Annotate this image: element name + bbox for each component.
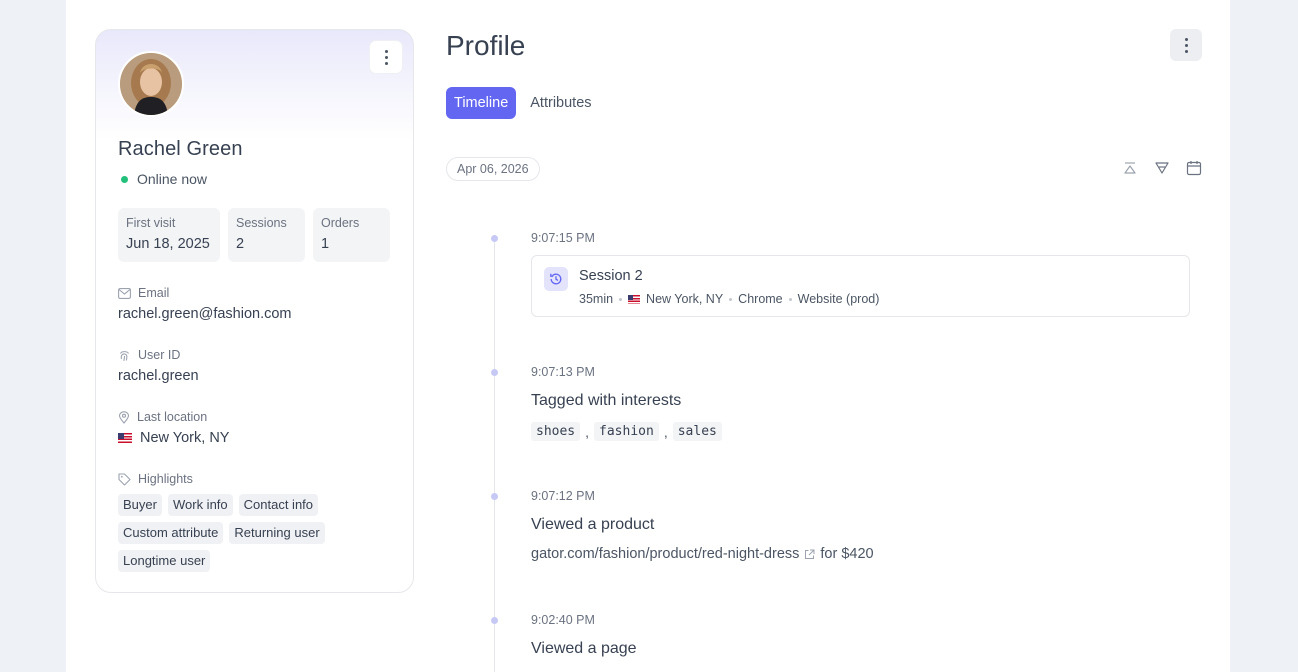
email-field: Email rachel.green@fashion.com <box>118 286 292 322</box>
highlight-tag: Custom attribute <box>118 522 224 544</box>
user-id-label: User ID <box>138 348 181 362</box>
highlight-tag: Work info <box>167 494 233 516</box>
tag-icon <box>118 472 131 486</box>
highlight-tag: Buyer <box>118 494 162 516</box>
tab-timeline[interactable]: Timeline <box>446 87 517 119</box>
profile-card: Rachel Green Online now First visit Jun … <box>95 29 414 593</box>
session-location: New York, NY <box>646 292 724 306</box>
session-meta: 35min New York, NY Chrome Website (prod) <box>579 292 879 306</box>
fingerprint-icon <box>119 350 130 361</box>
more-vertical-icon <box>1184 37 1188 53</box>
stats-row: First visit Jun 18, 2025 Sessions 2 Orde… <box>118 208 390 262</box>
timeline-dot <box>491 617 498 624</box>
interest-list: shoes , fashion , sales <box>531 422 722 441</box>
session-card[interactable]: Session 2 35min New York, NY Chrome Webs… <box>531 255 1190 317</box>
highlights-list: Buyer Work info Contact info Custom attr… <box>118 494 398 572</box>
highlight-tag: Longtime user <box>118 550 211 572</box>
event-title: Viewed a product <box>531 516 655 533</box>
external-link-icon[interactable] <box>804 549 815 560</box>
stat-value: 1 <box>321 236 330 252</box>
interest-tag: fashion <box>594 422 659 441</box>
event-time: 9:07:15 PM <box>531 231 595 245</box>
email-value[interactable]: rachel.green@fashion.com <box>118 306 292 322</box>
filter-icon[interactable] <box>1154 160 1170 176</box>
main-panel: Rachel Green Online now First visit Jun … <box>66 0 1230 672</box>
calendar-icon[interactable] <box>1186 160 1202 176</box>
stat-label: First visit <box>126 216 176 230</box>
highlights-label: Highlights <box>138 472 193 486</box>
highlight-tag: Returning user <box>229 522 325 544</box>
event-title: Tagged with interests <box>531 392 682 409</box>
stat-value: 2 <box>236 236 245 252</box>
highlight-tag: Contact info <box>238 494 319 516</box>
timeline-dot <box>491 493 498 500</box>
collapse-top-icon[interactable] <box>1122 160 1138 176</box>
interest-tag: sales <box>672 422 722 441</box>
stat-label: Sessions <box>236 216 287 230</box>
stat-first-visit: First visit Jun 18, 2025 <box>118 208 220 262</box>
timeline-dot <box>491 235 498 242</box>
separator-dot <box>788 297 792 301</box>
profile-name: Rachel Green <box>118 138 243 160</box>
session-source: Website (prod) <box>797 292 880 306</box>
location-label: Last location <box>137 410 208 424</box>
product-url-link[interactable]: gator.com/fashion/product/red-night-dres… <box>531 546 799 562</box>
stat-sessions: Sessions 2 <box>228 208 305 262</box>
stat-label: Orders <box>321 216 360 230</box>
online-indicator-icon <box>121 175 128 183</box>
product-price: for $420 <box>820 546 874 562</box>
more-vertical-icon <box>384 49 388 65</box>
map-pin-icon <box>118 410 130 424</box>
event-time: 9:07:13 PM <box>531 365 595 379</box>
us-flag-icon <box>628 294 641 304</box>
event-time: 9:02:40 PM <box>531 613 595 627</box>
email-label: Email <box>138 286 170 300</box>
list-separator: , <box>663 423 668 440</box>
tab-bar: Timeline Attributes <box>446 87 600 119</box>
mail-icon <box>118 287 131 299</box>
us-flag-icon <box>118 433 132 443</box>
highlights-field: Highlights <box>118 472 193 486</box>
session-title: Session 2 <box>579 268 643 284</box>
user-id-value: rachel.green <box>118 368 199 384</box>
location-value: New York, NY <box>140 430 230 446</box>
list-separator: , <box>585 423 590 440</box>
card-menu-button[interactable] <box>370 41 402 73</box>
timeline-toolbar <box>1122 160 1202 176</box>
app-frame: Rachel Green Online now First visit Jun … <box>0 0 1298 672</box>
event-title: Viewed a page <box>531 640 637 657</box>
history-icon <box>544 267 568 291</box>
stat-value: Jun 18, 2025 <box>126 236 210 252</box>
timeline-dot <box>491 369 498 376</box>
user-id-field: User ID rachel.green <box>118 348 199 384</box>
separator-dot <box>619 297 623 301</box>
page-title: Profile <box>446 30 526 61</box>
product-link-line: gator.com/fashion/product/red-night-dres… <box>531 546 874 562</box>
location-field: Last location New York, NY <box>118 410 229 446</box>
session-duration: 35min <box>579 292 614 306</box>
separator-dot <box>729 297 733 301</box>
date-pill[interactable]: Apr 06, 2026 <box>446 157 540 181</box>
timeline-line <box>494 239 495 672</box>
online-status-label: Online now <box>137 171 208 187</box>
page-menu-button[interactable] <box>1170 29 1202 61</box>
event-time: 9:07:12 PM <box>531 489 595 503</box>
tab-attributes[interactable]: Attributes <box>522 87 599 119</box>
stat-orders: Orders 1 <box>313 208 390 262</box>
session-browser: Chrome <box>738 292 783 306</box>
online-status: Online now <box>118 171 207 187</box>
avatar <box>118 51 184 117</box>
interest-tag: shoes <box>531 422 581 441</box>
